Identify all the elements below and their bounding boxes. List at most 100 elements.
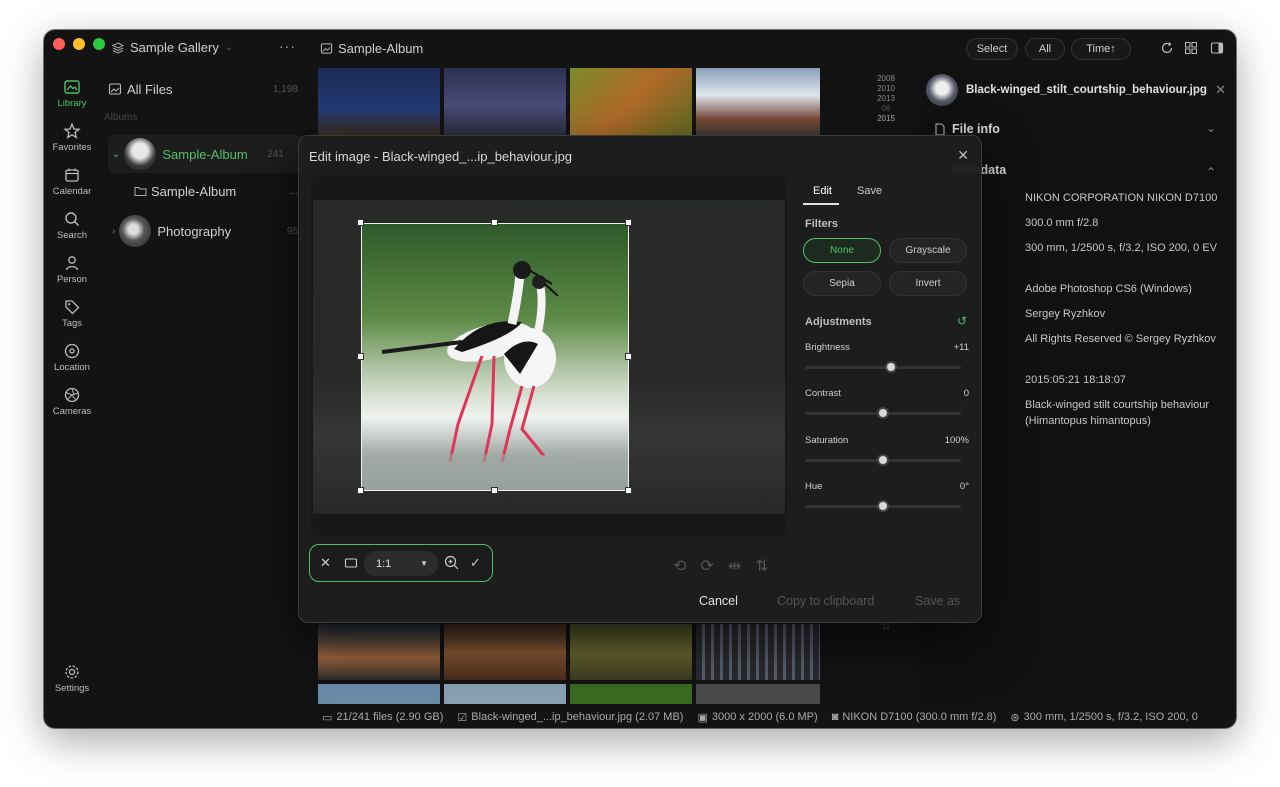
rail-person[interactable]: Person — [44, 254, 100, 285]
rail-settings[interactable]: Settings — [44, 663, 100, 694]
crop-handle-n[interactable] — [491, 219, 498, 226]
rail-search[interactable]: Search — [44, 210, 100, 241]
meta-date: 2015:05:21 18:18:07 — [1025, 374, 1126, 386]
close-icon[interactable]: ✕ — [1215, 82, 1226, 98]
rail-location[interactable]: Location — [44, 342, 100, 373]
chevron-right-icon[interactable]: › — [112, 226, 115, 237]
image-canvas[interactable] — [311, 176, 787, 536]
current-album-title: Sample-Album — [320, 41, 423, 56]
person-icon — [65, 256, 79, 271]
gallery-switcher[interactable]: Sample Gallery ⌄ — [112, 40, 232, 55]
nav-rail: Library Favorites Calendar Search Person… — [44, 70, 100, 728]
rail-cameras[interactable]: Cameras — [44, 386, 100, 417]
sidebar-item-sample-album-folder[interactable]: Sample-Album ... — [108, 180, 304, 202]
sort-dropdown[interactable]: Time↑ — [1071, 38, 1131, 60]
sidebar-item-photography[interactable]: › Photography 95 — [108, 212, 304, 250]
meta-exposure: 300 mm, 1/2500 s, f/3.2, ISO 200, 0 EV — [1025, 242, 1217, 254]
crop-handle-sw[interactable] — [357, 487, 364, 494]
close-window-button[interactable] — [53, 38, 65, 50]
photo-thumbnail[interactable] — [444, 624, 566, 680]
tag-icon — [65, 300, 80, 315]
crop-handle-s[interactable] — [491, 487, 498, 494]
slider-track[interactable] — [805, 366, 961, 369]
rotate-left-icon[interactable]: ⟲ — [673, 556, 686, 576]
tab-save[interactable]: Save — [857, 185, 882, 197]
flip-horizontal-icon[interactable]: ⇹ — [728, 556, 741, 576]
flip-vertical-icon[interactable]: ⇅ — [755, 556, 768, 576]
slider-knob[interactable] — [877, 500, 889, 512]
sidebar-item-sample-album[interactable]: ⌄ Sample-Album 241 — [108, 135, 304, 173]
brightness-slider[interactable]: Brightness +11 — [805, 342, 969, 373]
cancel-button[interactable]: Cancel — [699, 594, 738, 608]
photo-thumbnail[interactable] — [318, 684, 440, 704]
slider-knob[interactable] — [877, 454, 889, 466]
cancel-crop-icon[interactable]: ✕ — [320, 555, 331, 571]
crop-handle-ne[interactable] — [625, 219, 632, 226]
crop-handle-w[interactable] — [357, 353, 364, 360]
chevron-down-icon[interactable]: ⌄ — [112, 149, 120, 160]
adjustments-heading: Adjustments — [805, 316, 872, 328]
album-thumbnail — [124, 138, 157, 170]
layers-icon — [112, 41, 124, 54]
slider-knob[interactable] — [885, 361, 897, 373]
status-files: ▭ 21/241 files (2.90 GB) — [322, 711, 444, 724]
save-as-button[interactable]: Save as — [915, 594, 960, 608]
reset-icon[interactable]: ↺ — [957, 314, 967, 328]
crop-handle-e[interactable] — [625, 353, 632, 360]
chevron-up-icon[interactable]: ⌃ — [1206, 165, 1216, 179]
location-icon — [64, 343, 80, 359]
aspect-rectangle-icon[interactable] — [344, 557, 358, 569]
confirm-crop-icon[interactable]: ✓ — [470, 555, 481, 571]
sidebar-item-all-files[interactable]: All Files 1,198 — [108, 78, 304, 100]
aspect-ratio-select[interactable]: 1:1 ▼ — [364, 551, 438, 576]
sidebar-toggle-icon[interactable] — [1210, 41, 1224, 55]
rail-calendar[interactable]: Calendar — [44, 166, 100, 197]
filter-none-button[interactable]: None — [803, 238, 881, 263]
photo-thumbnail[interactable] — [696, 624, 820, 680]
calendar-icon — [65, 168, 79, 182]
photo-thumbnail[interactable] — [444, 68, 566, 136]
photo-thumbnail[interactable] — [444, 684, 566, 704]
gallery-more-button[interactable]: ··· — [279, 38, 296, 54]
file-info-section[interactable]: File info — [952, 122, 1000, 136]
rail-favorites[interactable]: Favorites — [44, 122, 100, 153]
refresh-icon[interactable] — [1160, 41, 1174, 55]
meta-lens: 300.0 mm f/2.8 — [1025, 217, 1099, 229]
select-button[interactable]: Select — [966, 38, 1018, 60]
crop-handle-nw[interactable] — [357, 219, 364, 226]
gear-icon — [65, 665, 79, 679]
slider-knob[interactable] — [877, 407, 889, 419]
tab-edit[interactable]: Edit — [813, 185, 832, 197]
zoom-in-icon[interactable] — [444, 555, 459, 570]
rail-tags[interactable]: Tags — [44, 298, 100, 329]
filter-dropdown[interactable]: All — [1025, 38, 1065, 60]
filter-sepia-button[interactable]: Sepia — [803, 271, 881, 296]
contrast-slider[interactable]: Contrast 0 — [805, 388, 969, 419]
minimize-window-button[interactable] — [73, 38, 85, 50]
meta-description: Black-winged stilt courtship behaviour (… — [1025, 399, 1210, 427]
close-icon[interactable]: ✕ — [957, 147, 969, 164]
chevron-down-icon[interactable]: ⌄ — [1206, 121, 1216, 135]
filter-invert-button[interactable]: Invert — [889, 271, 967, 296]
rotate-right-icon[interactable]: ⟳ — [700, 556, 713, 576]
crop-region[interactable] — [361, 223, 629, 491]
chevron-down-icon: ▼ — [420, 559, 428, 568]
status-bar: ▭ 21/241 files (2.90 GB) ☑ Black-winged_..… — [314, 706, 1236, 728]
copy-to-clipboard-button[interactable]: Copy to clipboard — [777, 594, 874, 608]
aperture-icon — [64, 387, 80, 403]
photo-thumbnail[interactable] — [696, 68, 820, 136]
rail-library[interactable]: Library — [44, 78, 100, 109]
grid-view-icon[interactable] — [1184, 41, 1198, 55]
photo-thumbnail[interactable] — [570, 68, 692, 136]
search-icon — [65, 212, 79, 226]
hue-slider[interactable]: Hue 0° — [805, 481, 969, 512]
photo-thumbnail[interactable] — [570, 624, 692, 680]
photo-thumbnail[interactable] — [570, 684, 692, 704]
dialog-title: Edit image - Black-winged_...ip_behaviou… — [309, 149, 573, 164]
saturation-slider[interactable]: Saturation 100% — [805, 435, 969, 466]
crop-handle-se[interactable] — [625, 487, 632, 494]
photo-thumbnail[interactable] — [318, 68, 440, 136]
photo-thumbnail[interactable] — [318, 624, 440, 680]
filter-grayscale-button[interactable]: Grayscale — [889, 238, 967, 263]
photo-thumbnail[interactable] — [696, 684, 820, 704]
